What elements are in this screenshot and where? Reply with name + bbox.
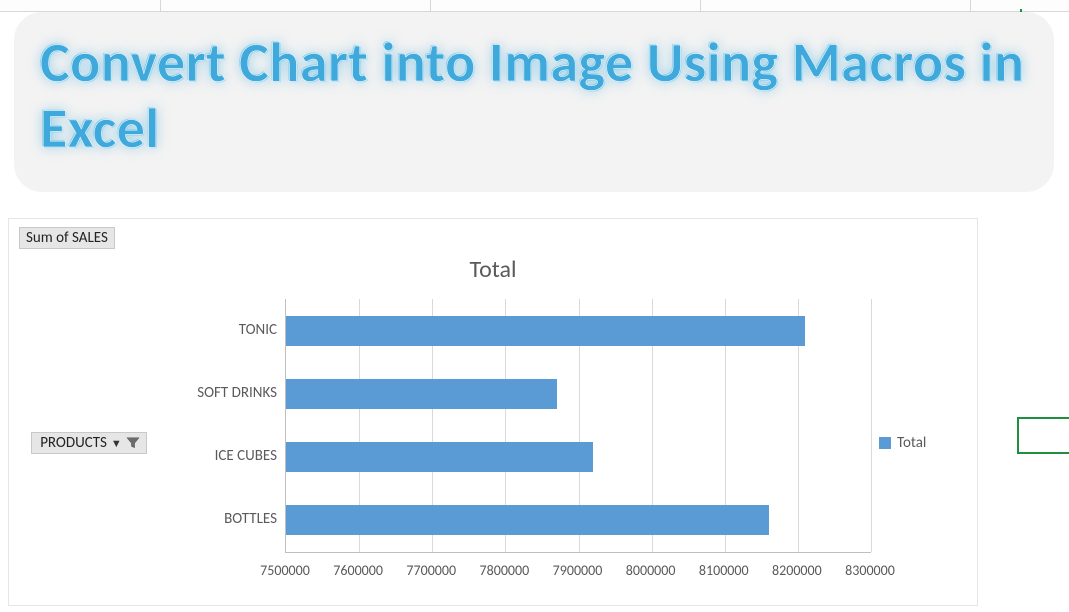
bar — [286, 505, 769, 535]
bar — [286, 316, 805, 346]
x-tick-label: 7500000 — [260, 562, 310, 579]
gridline — [871, 299, 872, 552]
pivot-field-title-button[interactable]: Sum of SALES — [19, 227, 115, 249]
chevron-down-icon: ▼ — [111, 437, 122, 450]
category-label: ICE CUBES — [215, 447, 277, 465]
category-label: TONIC — [239, 321, 277, 339]
title-banner: Convert Chart into Image Using Macros in… — [14, 12, 1054, 192]
plot-area — [285, 299, 871, 553]
legend-label: Total — [897, 434, 926, 452]
category-labels: TONIC SOFT DRINKS ICE CUBES BOTTLES — [159, 299, 285, 587]
category-axis-field-button[interactable]: PRODUCTS ▼ — [31, 432, 147, 454]
sheet-gridlines — [0, 0, 1069, 12]
x-tick-label: 8000000 — [626, 562, 676, 579]
x-tick-label: 7900000 — [553, 562, 603, 579]
category-axis-field-label: PRODUCTS — [40, 434, 107, 452]
chart-title: Total — [19, 255, 967, 284]
category-label: SOFT DRINKS — [197, 384, 277, 402]
pivot-chart[interactable]: Sum of SALES Total PRODUCTS ▼ TONIC SOFT … — [8, 218, 978, 606]
x-tick-label: 7700000 — [406, 562, 456, 579]
legend-swatch — [879, 437, 891, 449]
x-tick-label: 7800000 — [480, 562, 530, 579]
chart-legend: Total — [871, 299, 967, 587]
bar — [286, 442, 593, 472]
chart-body: PRODUCTS ▼ TONIC SOFT DRINKS ICE CUBES BOTT… — [19, 299, 967, 587]
adjacent-cell-selection — [1017, 417, 1069, 454]
page-title: Convert Chart into Image Using Macros in… — [40, 30, 1028, 162]
legend-item-total: Total — [879, 434, 926, 452]
category-label: BOTTLES — [224, 510, 277, 528]
plot-column: 7500000760000077000007800000790000080000… — [285, 299, 871, 587]
x-tick-label: 8300000 — [845, 562, 895, 579]
x-tick-label: 8200000 — [772, 562, 822, 579]
x-tick-label: 8100000 — [699, 562, 749, 579]
bar — [286, 379, 557, 409]
filter-icon — [126, 436, 140, 450]
category-axis-field-col: PRODUCTS ▼ — [19, 299, 159, 587]
x-tick-label: 7600000 — [333, 562, 383, 579]
